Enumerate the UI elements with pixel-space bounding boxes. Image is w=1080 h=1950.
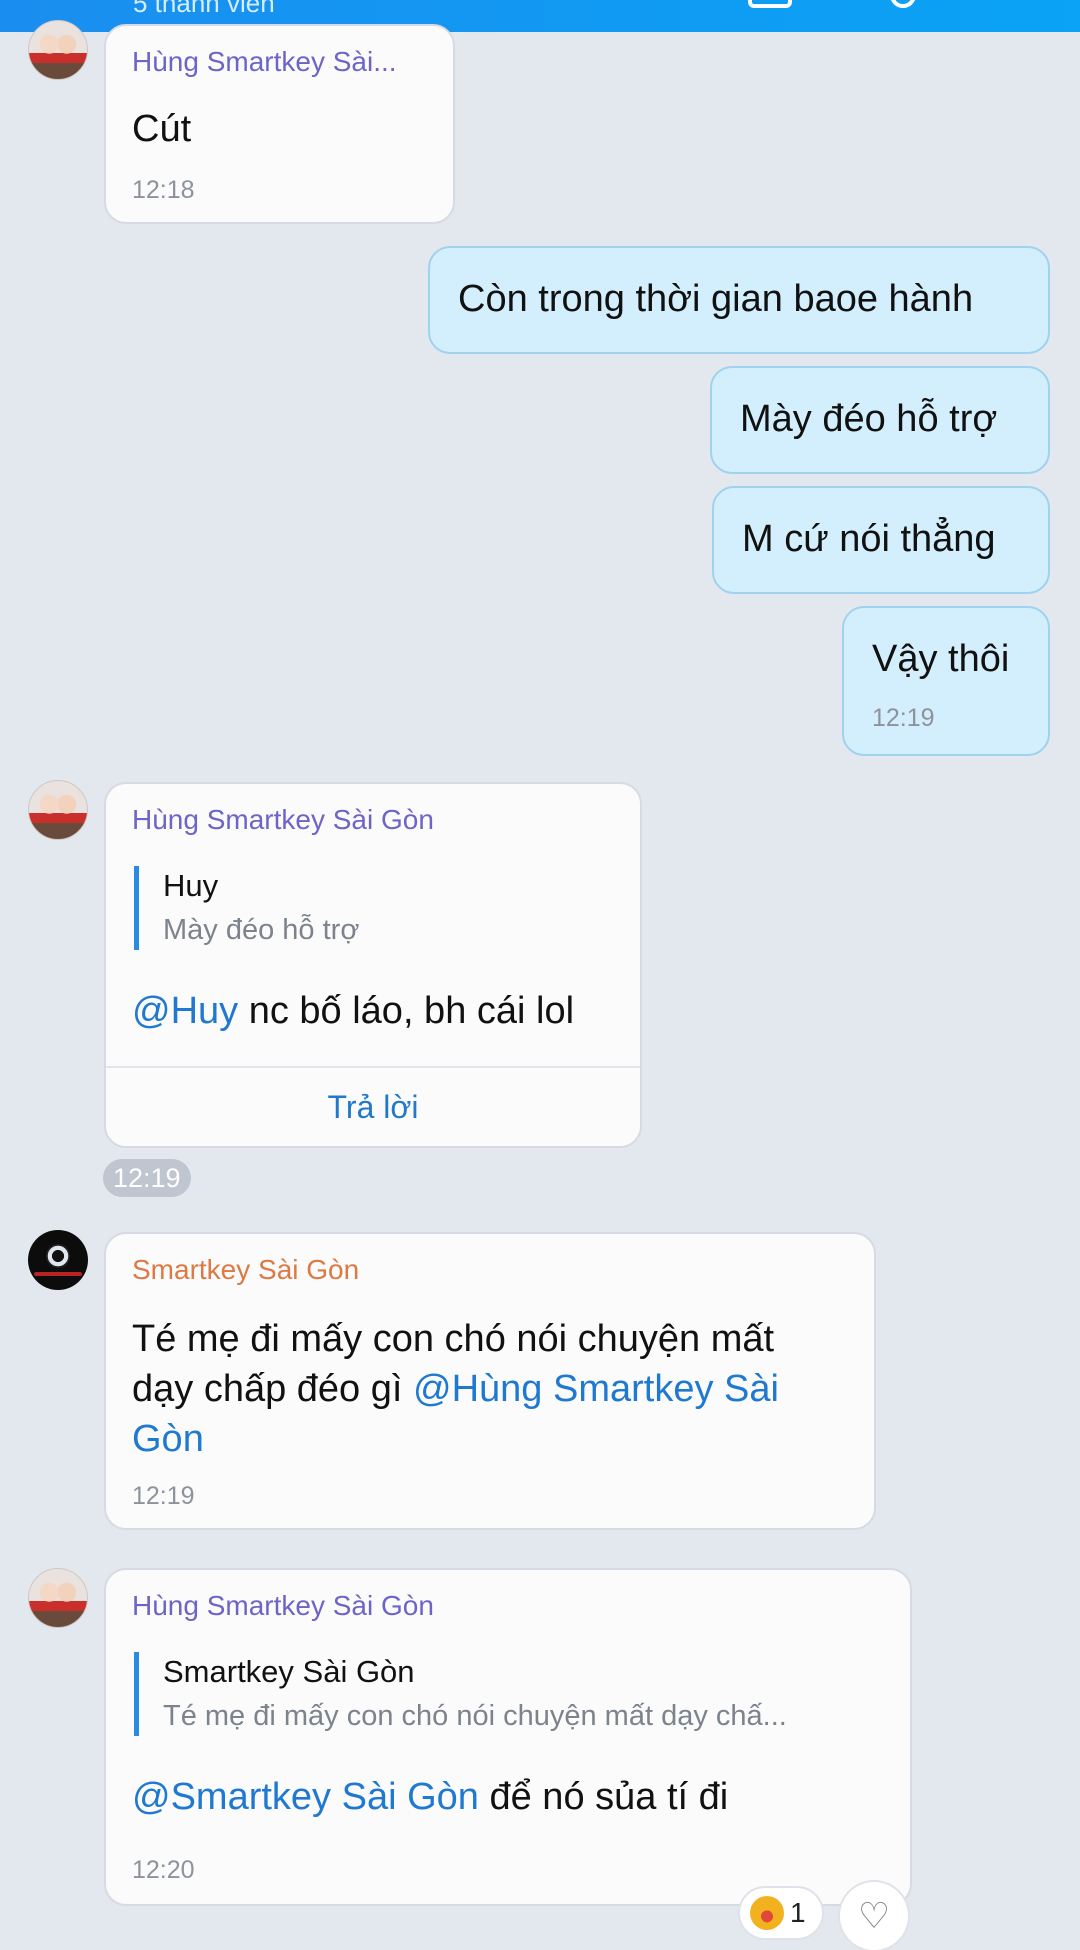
message-bubble[interactable]: M cứ nói thẳng bbox=[712, 486, 1050, 594]
heart-reaction-button[interactable]: ♡ bbox=[840, 1882, 908, 1950]
message-bubble[interactable]: Vậy thôi 12:19 bbox=[842, 606, 1050, 756]
quoted-text: Mày đéo hỗ trợ bbox=[163, 914, 360, 946]
message-bubble[interactable]: Hùng Smartkey Sài Gòn Huy Mày đéo hỗ trợ… bbox=[104, 782, 642, 1148]
message-text: M cứ nói thẳng bbox=[742, 518, 996, 560]
mention[interactable]: @Huy bbox=[132, 990, 238, 1032]
message-text: @Smartkey Sài Gòn để nó sủa tí đi bbox=[132, 1776, 729, 1818]
message-text: Mày đéo hỗ trợ bbox=[740, 398, 998, 440]
avatar[interactable] bbox=[28, 1230, 88, 1290]
mention[interactable]: Gòn bbox=[132, 1414, 779, 1464]
message-bubble[interactable]: Còn trong thời gian baoe hành bbox=[428, 246, 1050, 354]
quoted-sender: Smartkey Sài Gòn bbox=[163, 1654, 415, 1689]
search-icon[interactable] bbox=[890, 0, 916, 8]
sender-name: Hùng Smartkey Sài Gòn bbox=[132, 804, 434, 835]
reply-button[interactable]: Trả lời bbox=[106, 1066, 640, 1146]
heart-icon: ♡ bbox=[857, 1895, 891, 1936]
quoted-sender: Huy bbox=[163, 868, 219, 903]
message-bubble[interactable]: Hùng Smartkey Sài... Cút 12:18 bbox=[104, 24, 455, 224]
video-call-icon[interactable] bbox=[748, 0, 792, 8]
message-time: 12:20 bbox=[132, 1856, 195, 1884]
message-time: 12:19 bbox=[132, 1482, 195, 1510]
sender-name: Hùng Smartkey Sài Gòn bbox=[132, 1590, 434, 1621]
message-text: Còn trong thời gian baoe hành bbox=[458, 278, 974, 320]
member-count: 5 thành viên bbox=[133, 0, 275, 18]
message-time: 12:19 bbox=[103, 1159, 191, 1197]
quoted-message[interactable]: Smartkey Sài Gòn Té mẹ đi mấy con chó nó… bbox=[134, 1652, 787, 1736]
message-text: Cút bbox=[132, 108, 192, 150]
message-text: @Huy nc bố láo, bh cái lol bbox=[132, 990, 575, 1032]
reaction-badge[interactable]: 1 bbox=[740, 1888, 822, 1938]
sender-name: Hùng Smartkey Sài... bbox=[132, 46, 397, 77]
avatar[interactable] bbox=[28, 20, 88, 80]
message-text: Vậy thôi bbox=[872, 638, 1010, 680]
camera-lens-icon bbox=[46, 1244, 70, 1268]
message-text: Té mẹ đi mấy con chó nói chuyện mất dạy … bbox=[132, 1314, 779, 1464]
message-bubble[interactable]: Hùng Smartkey Sài Gòn Smartkey Sài Gòn T… bbox=[104, 1568, 912, 1906]
message-time: 12:18 bbox=[132, 176, 195, 204]
message-bubble[interactable]: Smartkey Sài Gòn Té mẹ đi mấy con chó nó… bbox=[104, 1232, 876, 1530]
mention[interactable]: @Smartkey Sài Gòn bbox=[132, 1776, 479, 1818]
message-time: 12:19 bbox=[872, 704, 935, 732]
sender-name: Smartkey Sài Gòn bbox=[132, 1254, 360, 1285]
message-bubble[interactable]: Mày đéo hỗ trợ bbox=[710, 366, 1050, 474]
laughing-emoji-icon bbox=[750, 1896, 784, 1930]
quoted-text: Té mẹ đi mấy con chó nói chuyện mất dạy … bbox=[163, 1700, 787, 1732]
quoted-message[interactable]: Huy Mày đéo hỗ trợ bbox=[134, 866, 359, 950]
mention[interactable]: @Hùng Smartkey Sài bbox=[413, 1368, 779, 1410]
reaction-count: 1 bbox=[790, 1897, 806, 1928]
avatar[interactable] bbox=[28, 780, 88, 840]
avatar[interactable] bbox=[28, 1568, 88, 1628]
